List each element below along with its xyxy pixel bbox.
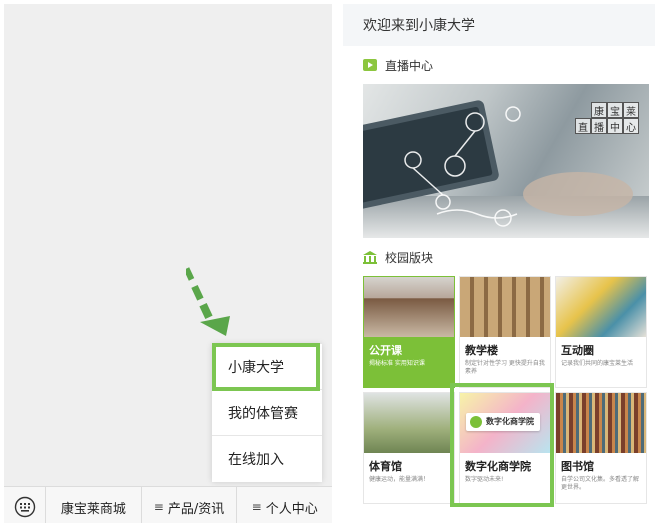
banner-char: 心 (623, 118, 639, 134)
card-desc: 数字驱动未来! (465, 476, 504, 483)
section-label: 直播中心 (385, 58, 434, 73)
banner-char: 直 (575, 118, 591, 134)
section-label: 校园版块 (385, 250, 434, 265)
digital-school-image: 数字化商学院 (460, 393, 550, 453)
card-open-course[interactable]: 公开课 揭秘标准 实用知识课 (363, 276, 455, 388)
tab-mall[interactable]: 康宝莱商城 (46, 486, 142, 523)
chat-screen: 小康大学 我的体管赛 在线加入 康宝莱商城 ≡ 产品/资讯 ≡ 个人中心 (4, 4, 332, 523)
live-banner[interactable]: 康 宝 莱 直 播 中 心 (363, 84, 649, 238)
card-desc: 制定针对性学习 更快提升自我素养 (465, 360, 545, 375)
banner-char: 莱 (623, 102, 639, 118)
lecture-hall-image (364, 277, 454, 337)
university-building-icon (363, 250, 377, 264)
banner-char: 康 (591, 102, 607, 118)
menu-item-xiaokang-university[interactable]: 小康大学 (212, 344, 322, 390)
card-desc: 自学公司文化集。多看透了解更世界。 (561, 476, 640, 491)
card-title: 体育馆 (369, 460, 402, 473)
students-image (556, 277, 646, 337)
page-title: 欢迎来到小康大学 (343, 4, 655, 46)
screenshot-composite: 小康大学 我的体管赛 在线加入 康宝莱商城 ≡ 产品/资讯 ≡ 个人中心 欢迎来到小… (0, 0, 655, 523)
card-teaching-building[interactable]: 教学楼 制定针对性学习 更快提升自我素养 (459, 276, 551, 388)
tab-personal-center[interactable]: ≡ 个人中心 (237, 487, 332, 523)
menu-item-label: 在线加入 (228, 452, 284, 468)
banner-char: 中 (607, 118, 623, 134)
card-interaction-circle[interactable]: 互动圈 记录我们共同的康宝莱生活 (555, 276, 647, 388)
smile-icon (470, 416, 482, 428)
banner-char: 播 (591, 118, 607, 134)
keyboard-icon (14, 496, 35, 518)
card-desc: 记录我们共同的康宝莱生活 (561, 360, 634, 367)
bookshelf-image (556, 393, 646, 453)
keyboard-toggle-button[interactable] (4, 486, 46, 523)
card-digital-business-school[interactable]: 数字化商学院 数字化商学院 数字驱动未来! (459, 392, 551, 504)
badge-label: 数字化商学院 (486, 417, 534, 426)
card-title: 互动圈 (561, 344, 594, 357)
card-title: 公开课 (369, 344, 402, 357)
banner-title-grid: 康 宝 莱 直 播 中 心 (575, 102, 639, 134)
menu-lines-icon: ≡ (153, 500, 164, 514)
card-title: 图书馆 (561, 460, 594, 473)
bottom-menu-bar: 康宝莱商城 ≡ 产品/资讯 ≡ 个人中心 (4, 486, 332, 523)
banner-char: 宝 (607, 102, 623, 118)
card-title: 数字化商学院 (465, 460, 531, 473)
menu-popup: 小康大学 我的体管赛 在线加入 (212, 344, 322, 482)
tab-products-news[interactable]: ≡ 产品/资讯 (142, 486, 238, 523)
school-badge: 数字化商学院 (466, 413, 540, 431)
menu-item-label: 小康大学 (228, 359, 284, 376)
exercise-image (364, 393, 454, 453)
menu-lines-icon: ≡ (251, 500, 262, 514)
card-desc: 健康运动，能量满满！ (369, 476, 430, 483)
card-title: 教学楼 (465, 344, 498, 357)
play-icon (363, 59, 377, 71)
menu-item-fitness-contest[interactable]: 我的体管赛 (212, 390, 322, 436)
card-library[interactable]: 图书馆 自学公司文化集。多看透了解更世界。 (555, 392, 647, 504)
pointer-arrow-icon (186, 267, 230, 336)
tab-label: 个人中心 (265, 501, 318, 517)
columns-image (460, 277, 550, 337)
card-gym[interactable]: 体育馆 健康运动，能量满满！ (363, 392, 455, 504)
tab-label: 产品/资讯 (167, 501, 225, 517)
campus-section-header: 校园版块 (343, 242, 433, 272)
tab-label: 康宝莱商城 (60, 501, 126, 517)
live-section-header: 直播中心 (343, 50, 655, 80)
menu-item-label: 我的体管赛 (228, 405, 298, 422)
card-desc: 揭秘标准 实用知识课 (369, 360, 425, 367)
menu-item-join-online[interactable]: 在线加入 (212, 436, 322, 482)
